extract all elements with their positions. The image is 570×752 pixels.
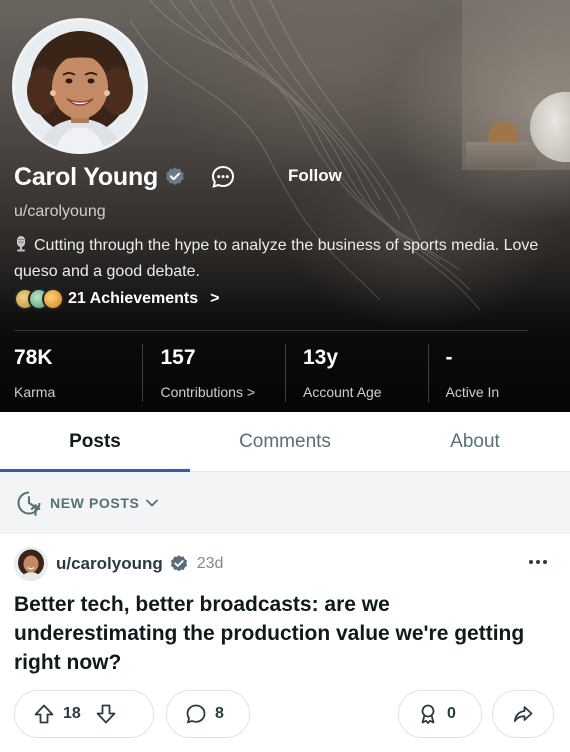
arrow-down-icon[interactable]: [95, 703, 117, 725]
header-divider: [14, 330, 528, 331]
stat-karma: 78K Karma: [0, 340, 142, 406]
stat-value: 157: [160, 346, 196, 369]
chevron-down-icon: [146, 499, 159, 507]
stat-contributions[interactable]: 157 Contributions >: [142, 340, 285, 406]
microphone-icon: [17, 236, 25, 252]
background-books: [466, 142, 536, 168]
avatar-portrait: [15, 21, 145, 151]
profile-stats: 78K Karma 157 Contributions > 13y Accoun…: [0, 340, 570, 406]
comment-bubble-icon: [186, 704, 206, 724]
verified-badge-icon: [166, 167, 184, 185]
profile-avatar[interactable]: [12, 18, 148, 154]
verified-badge-icon: [170, 555, 187, 572]
comment-count: 8: [215, 705, 224, 722]
stat-label: Account Age: [302, 384, 382, 400]
achievement-badges: [14, 288, 66, 310]
stat-value: 78K: [14, 346, 53, 369]
more-horizontal-icon[interactable]: [526, 552, 550, 572]
comments-button[interactable]: 8: [166, 690, 250, 738]
username: u/carolyoung: [14, 203, 106, 220]
chevron-right-icon: >: [210, 290, 220, 307]
achievement-badge-icon: [42, 288, 64, 310]
display-name: Carol Young: [14, 162, 159, 191]
profile-tabs: Posts Comments About: [0, 412, 570, 472]
post-author[interactable]: u/carolyoung: [56, 554, 163, 574]
bio-text: Cutting through the hype to analyze the …: [14, 237, 539, 280]
tab-about[interactable]: About: [380, 412, 570, 471]
post-title[interactable]: Better tech, better broadcasts: are we u…: [14, 590, 554, 677]
stat-value: 13y: [302, 346, 339, 369]
post-author-avatar[interactable]: [14, 547, 48, 581]
post-card[interactable]: u/carolyoung 23d Better tech, better bro…: [0, 534, 570, 752]
share-arrow-icon: [513, 706, 533, 722]
post-actions: 18 8 0: [14, 690, 554, 738]
achievements-link[interactable]: 21 Achievements >: [14, 287, 219, 311]
stat-value: -: [445, 346, 453, 369]
sort-dropdown[interactable]: NEW POSTS: [14, 488, 159, 518]
share-button[interactable]: [492, 690, 554, 738]
upvote-count: 18: [63, 705, 81, 722]
award-icon: [421, 704, 435, 724]
chat-bubble-icon[interactable]: [210, 164, 236, 190]
profile-name-row: Carol Young: [14, 160, 236, 194]
award-button[interactable]: 0: [398, 690, 482, 738]
tab-comments[interactable]: Comments: [190, 412, 380, 471]
post-age: 23d: [196, 555, 224, 572]
follow-button[interactable]: Follow: [268, 160, 362, 192]
stat-account-age: 13y Account Age: [284, 340, 428, 406]
clock-arrow-icon: [17, 491, 41, 516]
achievements-label: 21 Achievements: [68, 290, 199, 307]
stat-label: Active In: [445, 384, 500, 400]
post-meta: u/carolyoung 23d: [14, 546, 223, 582]
stat-active-in: - Active In: [427, 340, 570, 406]
award-count: 0: [447, 705, 456, 722]
arrow-up-icon[interactable]: [33, 703, 55, 725]
tab-posts[interactable]: Posts: [0, 412, 190, 472]
background-pot: [488, 122, 518, 144]
profile-header: Carol Young Follow u/carolyoung Cutting …: [0, 0, 570, 412]
stat-label: Karma: [14, 384, 56, 400]
sort-label: NEW POSTS: [50, 495, 140, 511]
avatar-portrait: [14, 547, 48, 581]
stat-label: Contributions >: [160, 384, 256, 400]
sort-bar: NEW POSTS: [0, 472, 570, 534]
vote-group: 18: [14, 690, 154, 738]
profile-bio: Cutting through the hype to analyze the …: [14, 233, 544, 285]
